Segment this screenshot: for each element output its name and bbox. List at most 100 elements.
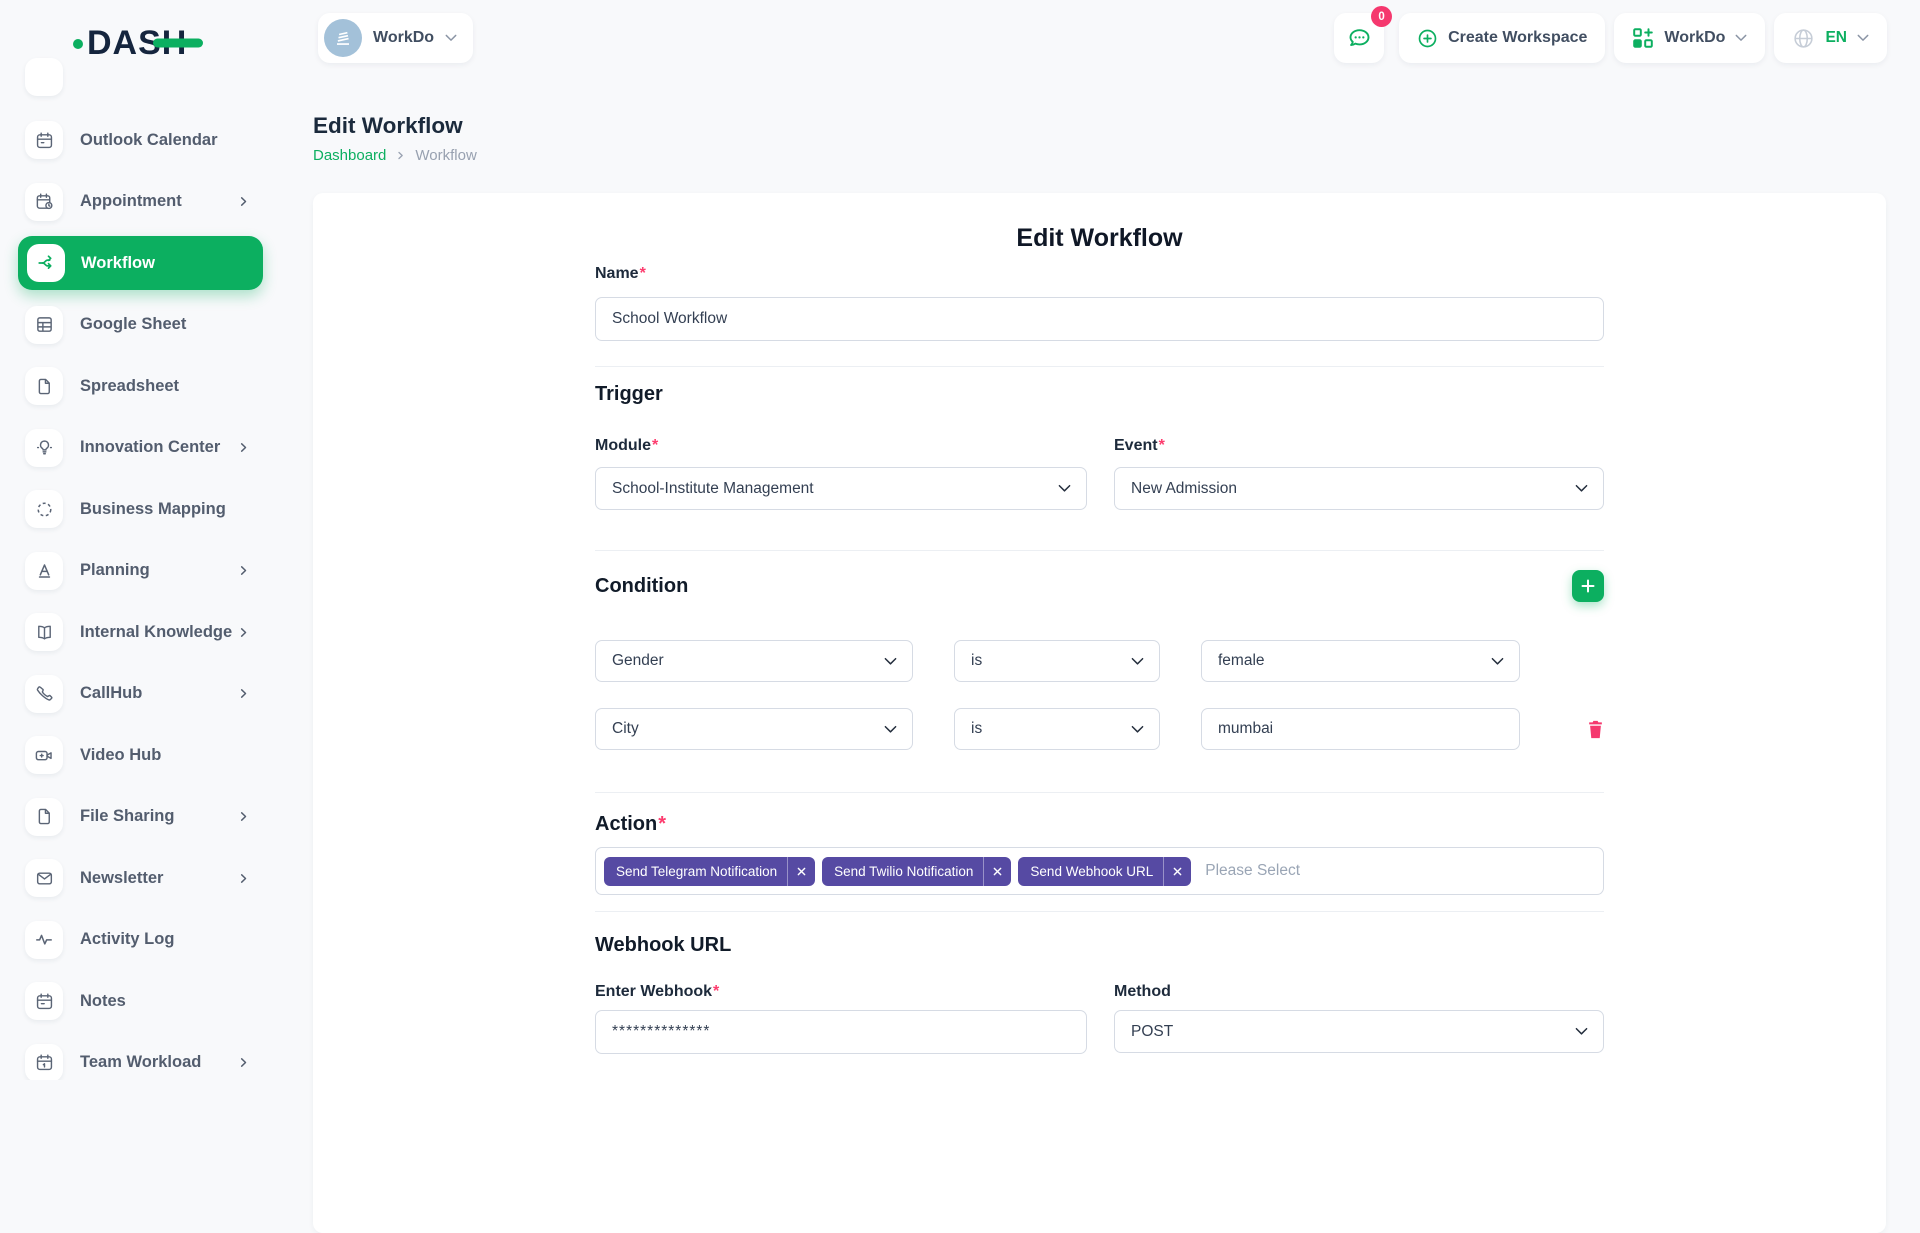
name-label: Name* xyxy=(595,265,1604,283)
breadcrumb-dashboard-link[interactable]: Dashboard xyxy=(313,147,386,164)
sidebar-item-internal-knowledge[interactable]: Internal Knowledge xyxy=(25,613,306,651)
sidebar-item-team-workload[interactable]: Team Workload xyxy=(25,1044,306,1081)
chevron-down-icon xyxy=(1491,657,1504,666)
calendar-check-icon xyxy=(25,1044,63,1081)
mail-icon xyxy=(25,859,63,897)
file-icon xyxy=(25,367,63,405)
sidebar-item-label: Business Mapping xyxy=(80,500,226,519)
messages-button[interactable]: 0 xyxy=(1334,13,1384,63)
note-icon xyxy=(25,982,63,1020)
language-selector[interactable]: EN xyxy=(1774,13,1887,63)
sidebar-item-label: Internal Knowledge xyxy=(80,623,232,642)
workspace-name: WorkDo xyxy=(373,29,434,47)
enter-webhook-label: Enter Webhook* xyxy=(595,983,1087,1001)
page-title: Edit Workflow xyxy=(313,113,1886,139)
condition-field-select[interactable]: City xyxy=(595,708,913,750)
sidebar-item-workflow[interactable]: Workflow xyxy=(18,236,263,290)
condition-value-input[interactable] xyxy=(1201,708,1520,750)
chevron-right-icon xyxy=(238,811,249,822)
condition-heading: Condition xyxy=(595,575,688,598)
sidebar-item-google-sheet[interactable]: Google Sheet xyxy=(25,306,306,344)
sidebar-list: Outlook Calendar Appointment Workflow Go… xyxy=(0,121,306,1080)
sidebar-item-planning[interactable]: Planning xyxy=(25,552,306,590)
calendar-icon xyxy=(25,121,63,159)
sidebar-item-notes[interactable]: Notes xyxy=(25,982,306,1020)
method-select-value: POST xyxy=(1131,1023,1173,1041)
condition-field-select[interactable]: Gender xyxy=(595,640,913,682)
sidebar-item-appointment[interactable]: Appointment xyxy=(25,183,306,221)
trigger-heading: Trigger xyxy=(595,383,1604,406)
webhook-url-input[interactable] xyxy=(595,1010,1087,1054)
workspace-avatar xyxy=(324,19,362,57)
building-icon xyxy=(333,28,353,48)
sidebar-item-callhub[interactable]: CallHub xyxy=(25,675,306,713)
sidebar-item-spreadsheet[interactable]: Spreadsheet xyxy=(25,367,306,405)
sidebar-item-newsletter[interactable]: Newsletter xyxy=(25,859,306,897)
module-select[interactable]: School-Institute Management xyxy=(595,467,1087,510)
trigger-fields: Module* School-Institute Management Even… xyxy=(595,437,1604,510)
sidebar-item-label: Newsletter xyxy=(80,869,163,888)
remove-tag-button[interactable] xyxy=(1163,857,1191,886)
action-tag: Send Telegram Notification xyxy=(604,857,815,886)
chevron-right-icon xyxy=(396,151,405,160)
delete-condition-button[interactable] xyxy=(1587,720,1604,739)
chat-bubble-icon xyxy=(1346,25,1373,52)
sidebar-item-label: Workflow xyxy=(81,254,155,273)
sidebar-item-label: File Sharing xyxy=(80,807,174,826)
webhook-fields: Enter Webhook* Method POST xyxy=(595,983,1604,1054)
sidebar-item-label: Activity Log xyxy=(80,930,174,949)
sidebar-item-file-sharing[interactable]: File Sharing xyxy=(25,798,306,836)
event-select[interactable]: New Admission xyxy=(1114,467,1604,510)
sidebar-item-label: Planning xyxy=(80,561,150,580)
sidebar-item-label: Video Hub xyxy=(80,746,161,765)
logo-dash-icon xyxy=(153,39,203,48)
module-select-value: School-Institute Management xyxy=(612,480,814,498)
sidebar-item-label: Notes xyxy=(80,992,126,1011)
chevron-right-icon xyxy=(238,442,249,453)
action-heading: Action* xyxy=(595,813,1604,836)
sidebar-item-innovation-center[interactable]: Innovation Center xyxy=(25,429,306,467)
breadcrumb: Dashboard Workflow xyxy=(313,147,1886,164)
chevron-down-icon xyxy=(1575,1027,1588,1036)
bulb-icon xyxy=(25,429,63,467)
condition-operator-select[interactable]: is xyxy=(954,708,1160,750)
sidebar-item-label: CallHub xyxy=(80,684,142,703)
chevron-down-icon xyxy=(445,34,457,42)
condition-operator-select[interactable]: is xyxy=(954,640,1160,682)
remove-tag-button[interactable] xyxy=(983,857,1011,886)
module-label: Module* xyxy=(595,437,1087,455)
method-select[interactable]: POST xyxy=(1114,1010,1604,1053)
add-condition-button[interactable] xyxy=(1572,570,1604,602)
sidebar-item-label: Team Workload xyxy=(80,1053,201,1072)
breadcrumb-current: Workflow xyxy=(415,147,476,164)
condition-rows: Gender is female xyxy=(595,640,1604,750)
apps-add-icon xyxy=(1632,27,1654,49)
remove-tag-button[interactable] xyxy=(787,857,815,886)
chevron-right-icon xyxy=(238,627,249,638)
name-input[interactable] xyxy=(595,297,1604,341)
chevron-down-icon xyxy=(1575,484,1588,493)
condition-value-select[interactable]: female xyxy=(1201,640,1520,682)
required-marker: * xyxy=(1159,437,1165,454)
close-icon xyxy=(797,867,806,876)
dashed-circle-icon xyxy=(25,490,63,528)
chevron-down-icon xyxy=(1058,484,1071,493)
sidebar-item-label: Innovation Center xyxy=(80,438,220,457)
sidebar-item-video-hub[interactable]: Video Hub xyxy=(25,736,306,774)
chevron-down-icon xyxy=(1131,725,1144,734)
workspace-switcher[interactable]: WorkDo xyxy=(318,13,473,63)
section-divider xyxy=(595,911,1604,912)
chevron-right-icon xyxy=(238,873,249,884)
chevron-right-icon xyxy=(238,1057,249,1068)
sidebar-item-outlook-calendar[interactable]: Outlook Calendar xyxy=(25,121,306,159)
required-marker: * xyxy=(652,437,658,454)
app-logo[interactable]: DASH xyxy=(73,24,187,62)
action-tag: Send Twilio Notification xyxy=(822,857,1011,886)
sidebar-item-business-mapping[interactable]: Business Mapping xyxy=(25,490,306,528)
required-marker: * xyxy=(713,983,719,1000)
logo-dot-icon xyxy=(73,39,83,49)
action-multiselect[interactable]: Send Telegram Notification Send Twilio N… xyxy=(595,847,1604,895)
apps-menu-button[interactable]: WorkDo xyxy=(1614,13,1765,63)
create-workspace-button[interactable]: Create Workspace xyxy=(1399,13,1605,63)
sidebar-item-activity-log[interactable]: Activity Log xyxy=(25,921,306,959)
